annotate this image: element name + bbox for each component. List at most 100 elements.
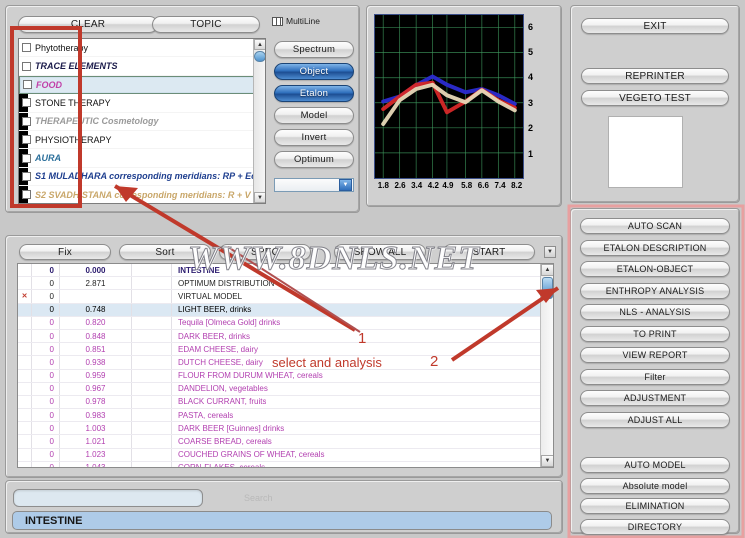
category-item[interactable]: TRACE ELEMENTS: [19, 57, 265, 75]
table-row[interactable]: 00.959FLOUR FROM DURUM WHEAT, cereals: [18, 370, 553, 383]
row-mark-cell: [18, 462, 32, 468]
row-name-cell: DARK BEER [Guinnes] drinks: [172, 424, 284, 433]
multiline-label: MultiLine: [286, 16, 320, 26]
table-row[interactable]: 01.023COUCHED GRAINS OF WHEAT, cereals: [18, 449, 553, 462]
category-label: S1 MULADHARA corresponding meridians: RP…: [35, 171, 266, 181]
table-row[interactable]: 01.043CORN-FLAKES, cereals: [18, 462, 553, 468]
row-index-cell: 0: [32, 343, 60, 355]
action-button-view-report[interactable]: VIEW REPORT: [580, 347, 730, 363]
search-input[interactable]: [13, 489, 203, 507]
mode-button-model[interactable]: Model: [274, 107, 354, 124]
category-item[interactable]: S2 SVADHISTANA corresponding meridians: …: [19, 186, 265, 204]
checkbox-icon[interactable]: [22, 172, 31, 181]
category-item[interactable]: STONE THERAPY: [19, 94, 265, 112]
mode-button-spectrum[interactable]: Spectrum: [274, 41, 354, 58]
action-button-auto-model[interactable]: AUTO MODEL: [580, 457, 730, 473]
action-button-adjust-all[interactable]: ADJUST ALL: [580, 412, 730, 428]
table-row[interactable]: 00.851EDAM CHEESE, dairy: [18, 343, 553, 356]
table-row[interactable]: 00.820Tequila [Olmeca Gold] drinks: [18, 317, 553, 330]
category-item[interactable]: PHYSIOTHERAPY: [19, 131, 265, 149]
scroll-up-icon[interactable]: ▲: [254, 39, 266, 50]
action-button-directory[interactable]: DIRECTORY: [580, 519, 730, 535]
sort-button[interactable]: Sort: [119, 244, 211, 260]
category-item[interactable]: S1 MULADHARA corresponding meridians: RP…: [19, 168, 265, 186]
table-scroll-down-icon[interactable]: ▼: [541, 455, 554, 467]
category-item[interactable]: FOOD: [19, 76, 265, 94]
fix-button[interactable]: Fix: [19, 244, 111, 260]
mode-dropdown[interactable]: ▼: [274, 178, 354, 192]
mode-button-object[interactable]: Object: [274, 63, 354, 80]
row-name-cell: VIRTUAL MODEL: [172, 292, 242, 301]
action-button-enthropy-analysis[interactable]: ENTHROPY ANALYSIS: [580, 283, 730, 299]
action-button-to-print[interactable]: TO PRINT: [580, 326, 730, 342]
table-row[interactable]: 01.003DARK BEER [Guinnes] drinks: [18, 422, 553, 435]
table-row[interactable]: ✕0VIRTUAL MODEL: [18, 290, 553, 303]
chart-x-tick-label: 1.8: [378, 181, 389, 190]
table-row[interactable]: 00.978BLACK CURRANT, fruits: [18, 396, 553, 409]
action-button-etalon-object[interactable]: ETALON-OBJECT: [580, 261, 730, 277]
spec-button[interactable]: SPEC: [219, 244, 311, 260]
table-row[interactable]: 01.021COARSE BREAD, cereals: [18, 435, 553, 448]
clear-button[interactable]: CLEAR: [18, 16, 158, 33]
mode-button-invert[interactable]: Invert: [274, 129, 354, 146]
row-name-cell: COUCHED GRAINS OF WHEAT, cereals: [172, 450, 325, 459]
category-list-scrollbar[interactable]: ▲ ▼: [253, 39, 265, 203]
action-button-elimination[interactable]: ELIMINATION: [580, 498, 730, 514]
row-name-cell: Tequila [Olmeca Gold] drinks: [172, 318, 280, 327]
action-button-auto-scan[interactable]: AUTO SCAN: [580, 218, 730, 234]
mode-button-optimum[interactable]: Optimum: [274, 151, 354, 168]
category-item[interactable]: Phytotherapy: [19, 39, 265, 57]
scrollbar-thumb[interactable]: [254, 51, 266, 62]
row-name-cell: BLACK CURRANT, fruits: [172, 397, 266, 406]
table-scrollbar-thumb[interactable]: [542, 277, 553, 299]
row-value-cell: 1.043: [60, 462, 132, 468]
checkbox-icon[interactable]: [22, 154, 31, 163]
table-row[interactable]: 00.848DARK BEER, drinks: [18, 330, 553, 343]
category-item[interactable]: AURA: [19, 149, 265, 167]
row-value-cell: 1.003: [60, 422, 132, 434]
checkbox-icon[interactable]: [22, 98, 31, 107]
action-button-filter[interactable]: Filter: [580, 369, 730, 385]
table-row[interactable]: 00.967DANDELION, vegetables: [18, 383, 553, 396]
topic-button[interactable]: TOPIC: [152, 16, 260, 33]
chevron-down-icon[interactable]: ▼: [339, 179, 352, 191]
action-button-nls-analysis[interactable]: NLS - ANALYSIS: [580, 304, 730, 320]
checkbox-icon[interactable]: [22, 135, 31, 144]
action-button-adjustment[interactable]: ADJUSTMENT: [580, 390, 730, 406]
table-row[interactable]: 00.983PASTA, cereals: [18, 409, 553, 422]
checkbox-icon[interactable]: [23, 80, 32, 89]
row-value-cell: 0.848: [60, 330, 132, 342]
row-name-cell: INTESTINE: [172, 266, 220, 275]
table-row[interactable]: 00.000INTESTINE: [18, 264, 553, 277]
row-mark-cell: [18, 422, 32, 434]
show-all-button[interactable]: SHOW ALL: [334, 244, 426, 260]
checkbox-icon[interactable]: [22, 117, 31, 126]
mode-button-etalon[interactable]: Etalon: [274, 85, 354, 102]
reprinter-button[interactable]: REPRINTER: [581, 68, 729, 84]
table-scroll-up-icon[interactable]: ▲: [541, 264, 554, 276]
table-row[interactable]: 02.871OPTIMUM DISTRIBUTION: [18, 277, 553, 290]
scroll-down-icon[interactable]: ▼: [254, 192, 266, 203]
checkbox-icon[interactable]: [22, 190, 31, 199]
exit-button[interactable]: EXIT: [581, 18, 729, 34]
action-button-etalon-description[interactable]: ETALON DESCRIPTION: [580, 240, 730, 256]
checkbox-icon[interactable]: [22, 43, 31, 52]
category-list[interactable]: PhytotherapyTRACE ELEMENTSFOODSTONE THER…: [18, 38, 266, 204]
table-chevron-down-icon[interactable]: ▼: [544, 246, 556, 258]
row-name-cell: DARK BEER, drinks: [172, 332, 250, 341]
start-button[interactable]: START: [443, 244, 535, 260]
checkbox-icon[interactable]: [22, 62, 31, 71]
category-item[interactable]: THERAPEUTIC Cosmetology: [19, 113, 265, 131]
row-value-cell: 0.820: [60, 317, 132, 329]
action-button-absolute-model[interactable]: Absolute model: [580, 478, 730, 494]
row-value-cell: 0.748: [60, 304, 132, 316]
row-mark-cell: [18, 356, 32, 368]
row-name-cell: DUTCH CHEESE, dairy: [172, 358, 263, 367]
row-delete-icon[interactable]: ✕: [18, 290, 32, 302]
vegeto-test-button[interactable]: VEGETO TEST: [581, 90, 729, 106]
table-row[interactable]: 00.938DUTCH CHEESE, dairy: [18, 356, 553, 369]
multiline-toggle[interactable]: MultiLine: [272, 16, 320, 26]
results-table-scrollbar[interactable]: ▲ ▼: [540, 264, 553, 467]
table-row[interactable]: 00.748LIGHT BEER, drinks: [18, 304, 553, 317]
results-table[interactable]: 00.000INTESTINE02.871OPTIMUM DISTRIBUTIO…: [17, 263, 554, 468]
